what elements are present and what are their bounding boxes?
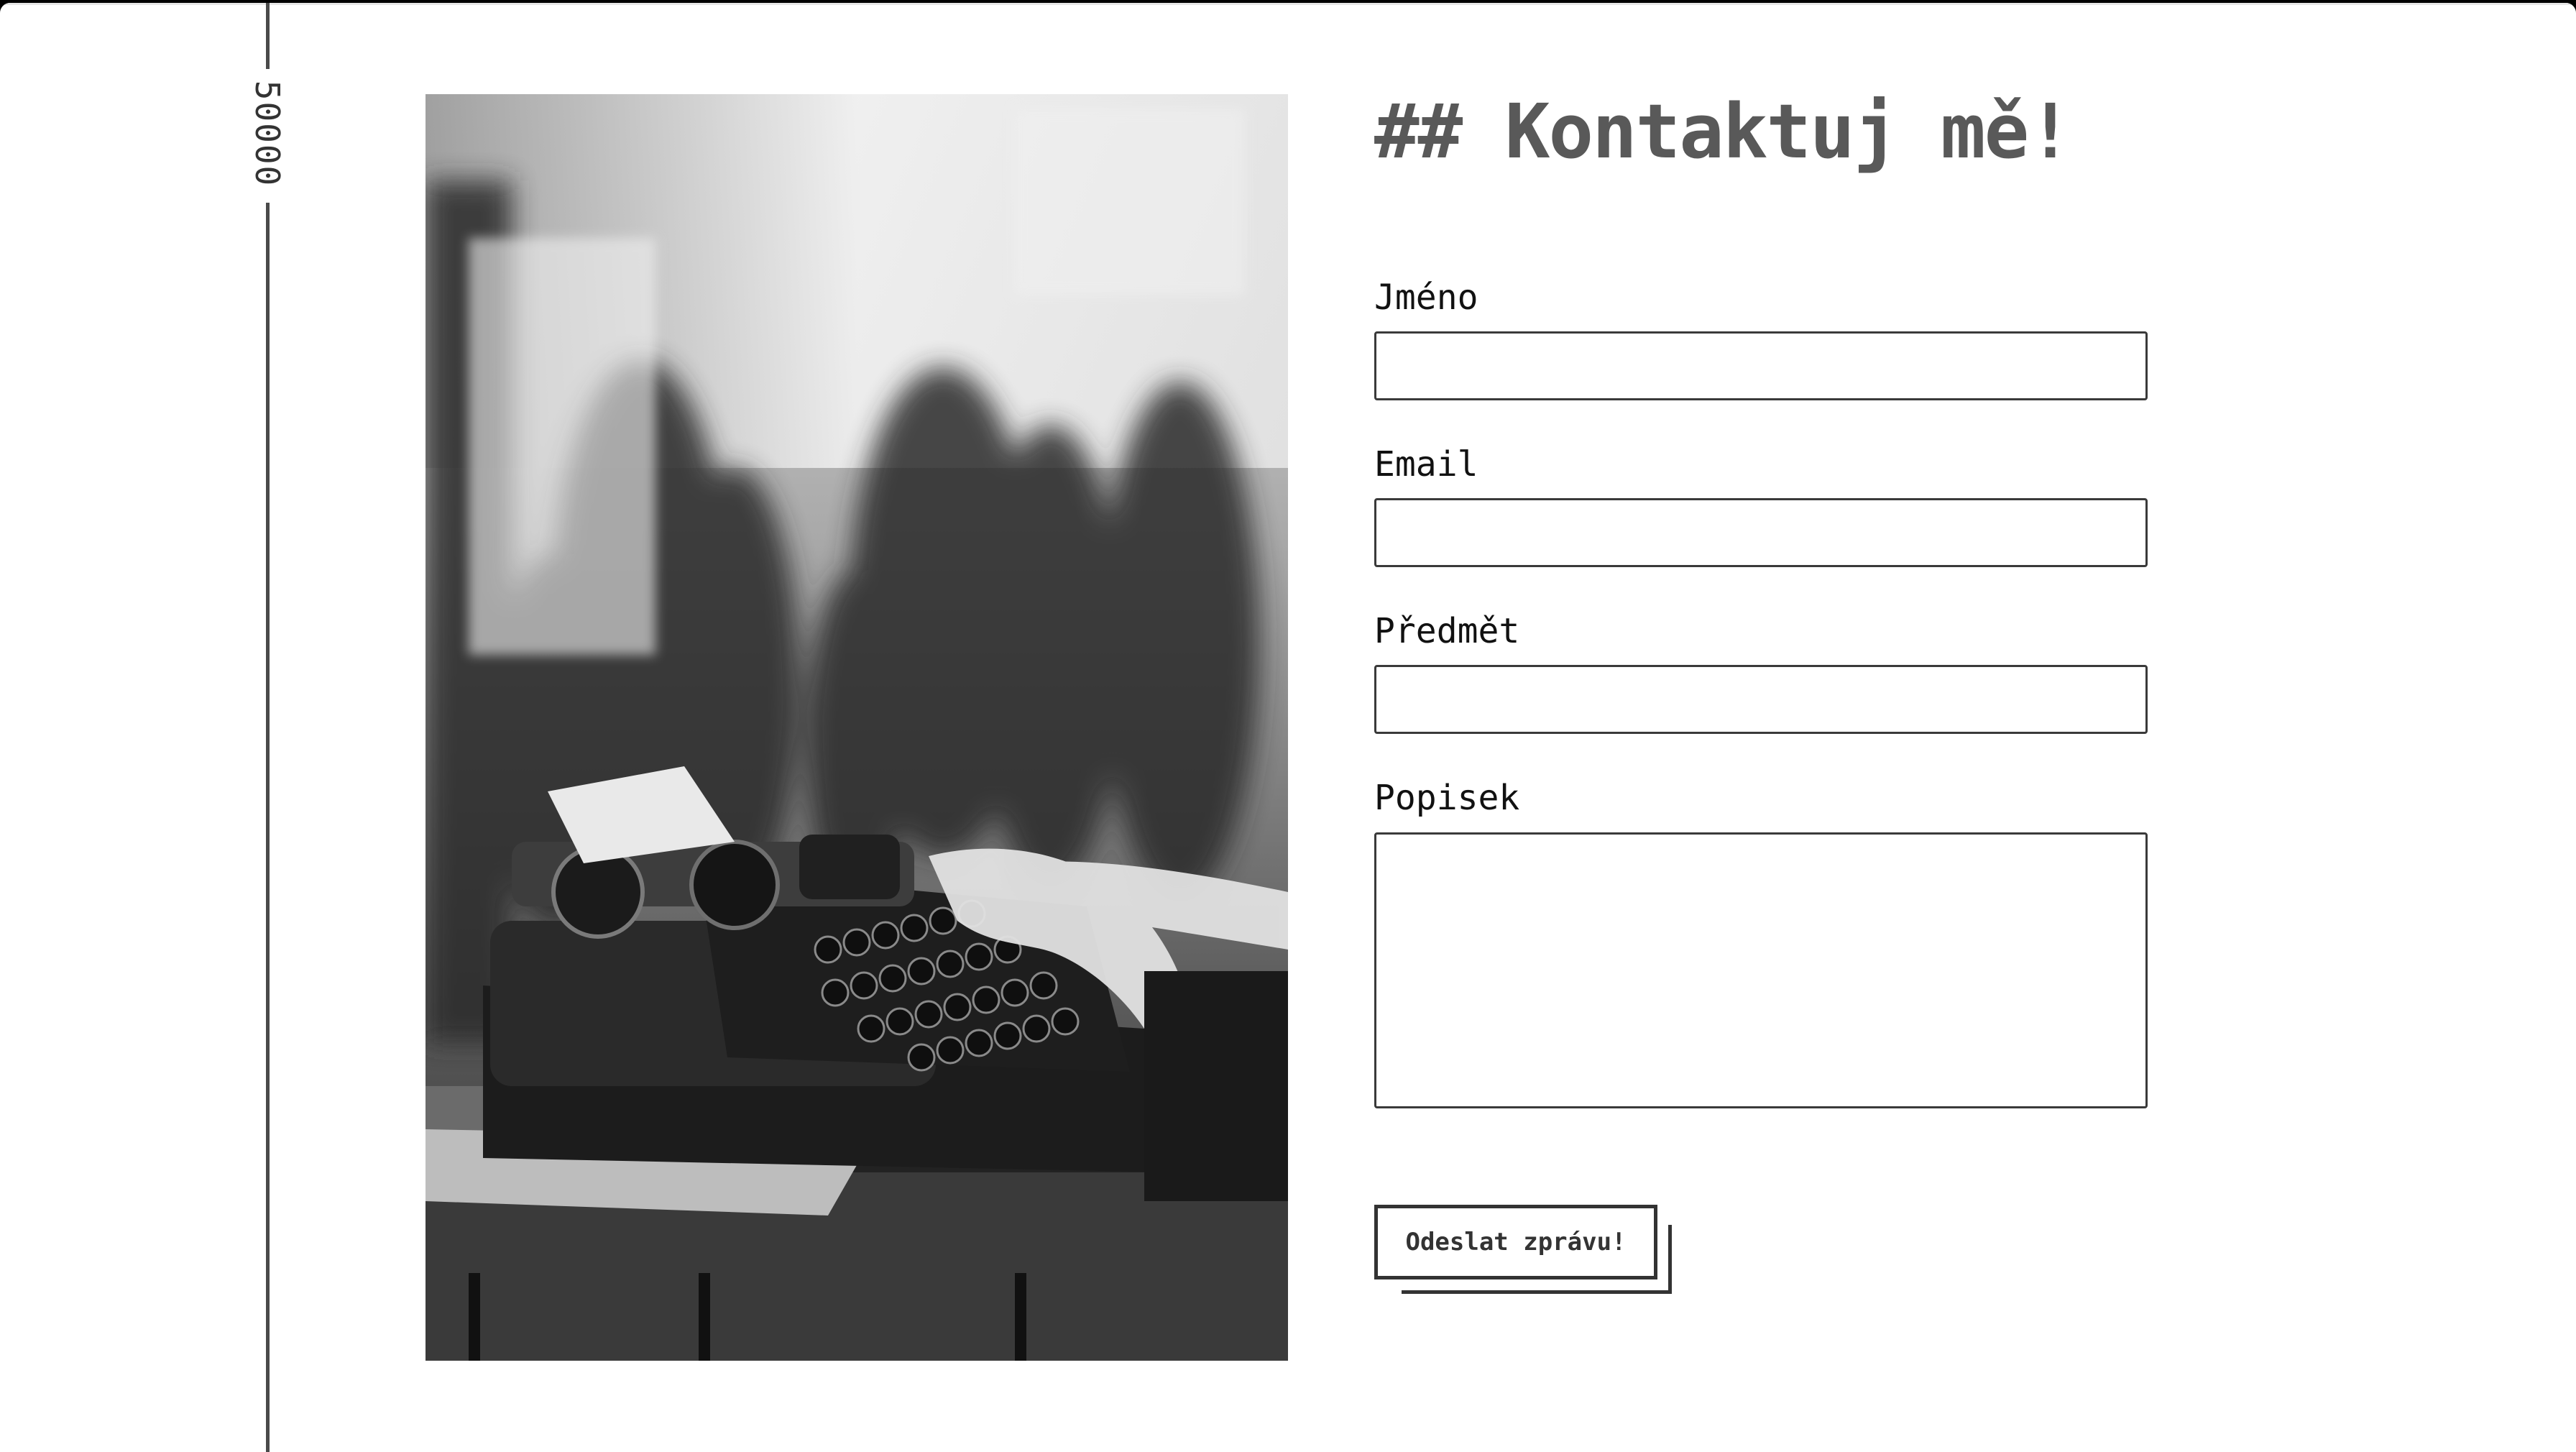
name-input[interactable] [1374, 331, 2148, 400]
email-label: Email [1374, 444, 1478, 484]
side-rail-label: 50000 [248, 80, 287, 188]
name-label: Jméno [1374, 277, 1478, 318]
description-textarea[interactable] [1374, 832, 2148, 1108]
subject-label: Předmět [1374, 611, 1520, 651]
typewriter-photo [426, 94, 1288, 1361]
page: 50000 ## Kontaktuj mě! Jméno Email Předm… [0, 3, 2576, 1452]
email-input[interactable] [1374, 498, 2148, 567]
submit-button[interactable]: Odeslat zprávu! [1374, 1205, 1657, 1279]
page-title: ## Kontaktuj mě! [1374, 88, 2073, 175]
side-rail [266, 3, 270, 1452]
description-label: Popisek [1374, 778, 1520, 818]
subject-input[interactable] [1374, 665, 2148, 734]
top-border [0, 3, 2576, 5]
